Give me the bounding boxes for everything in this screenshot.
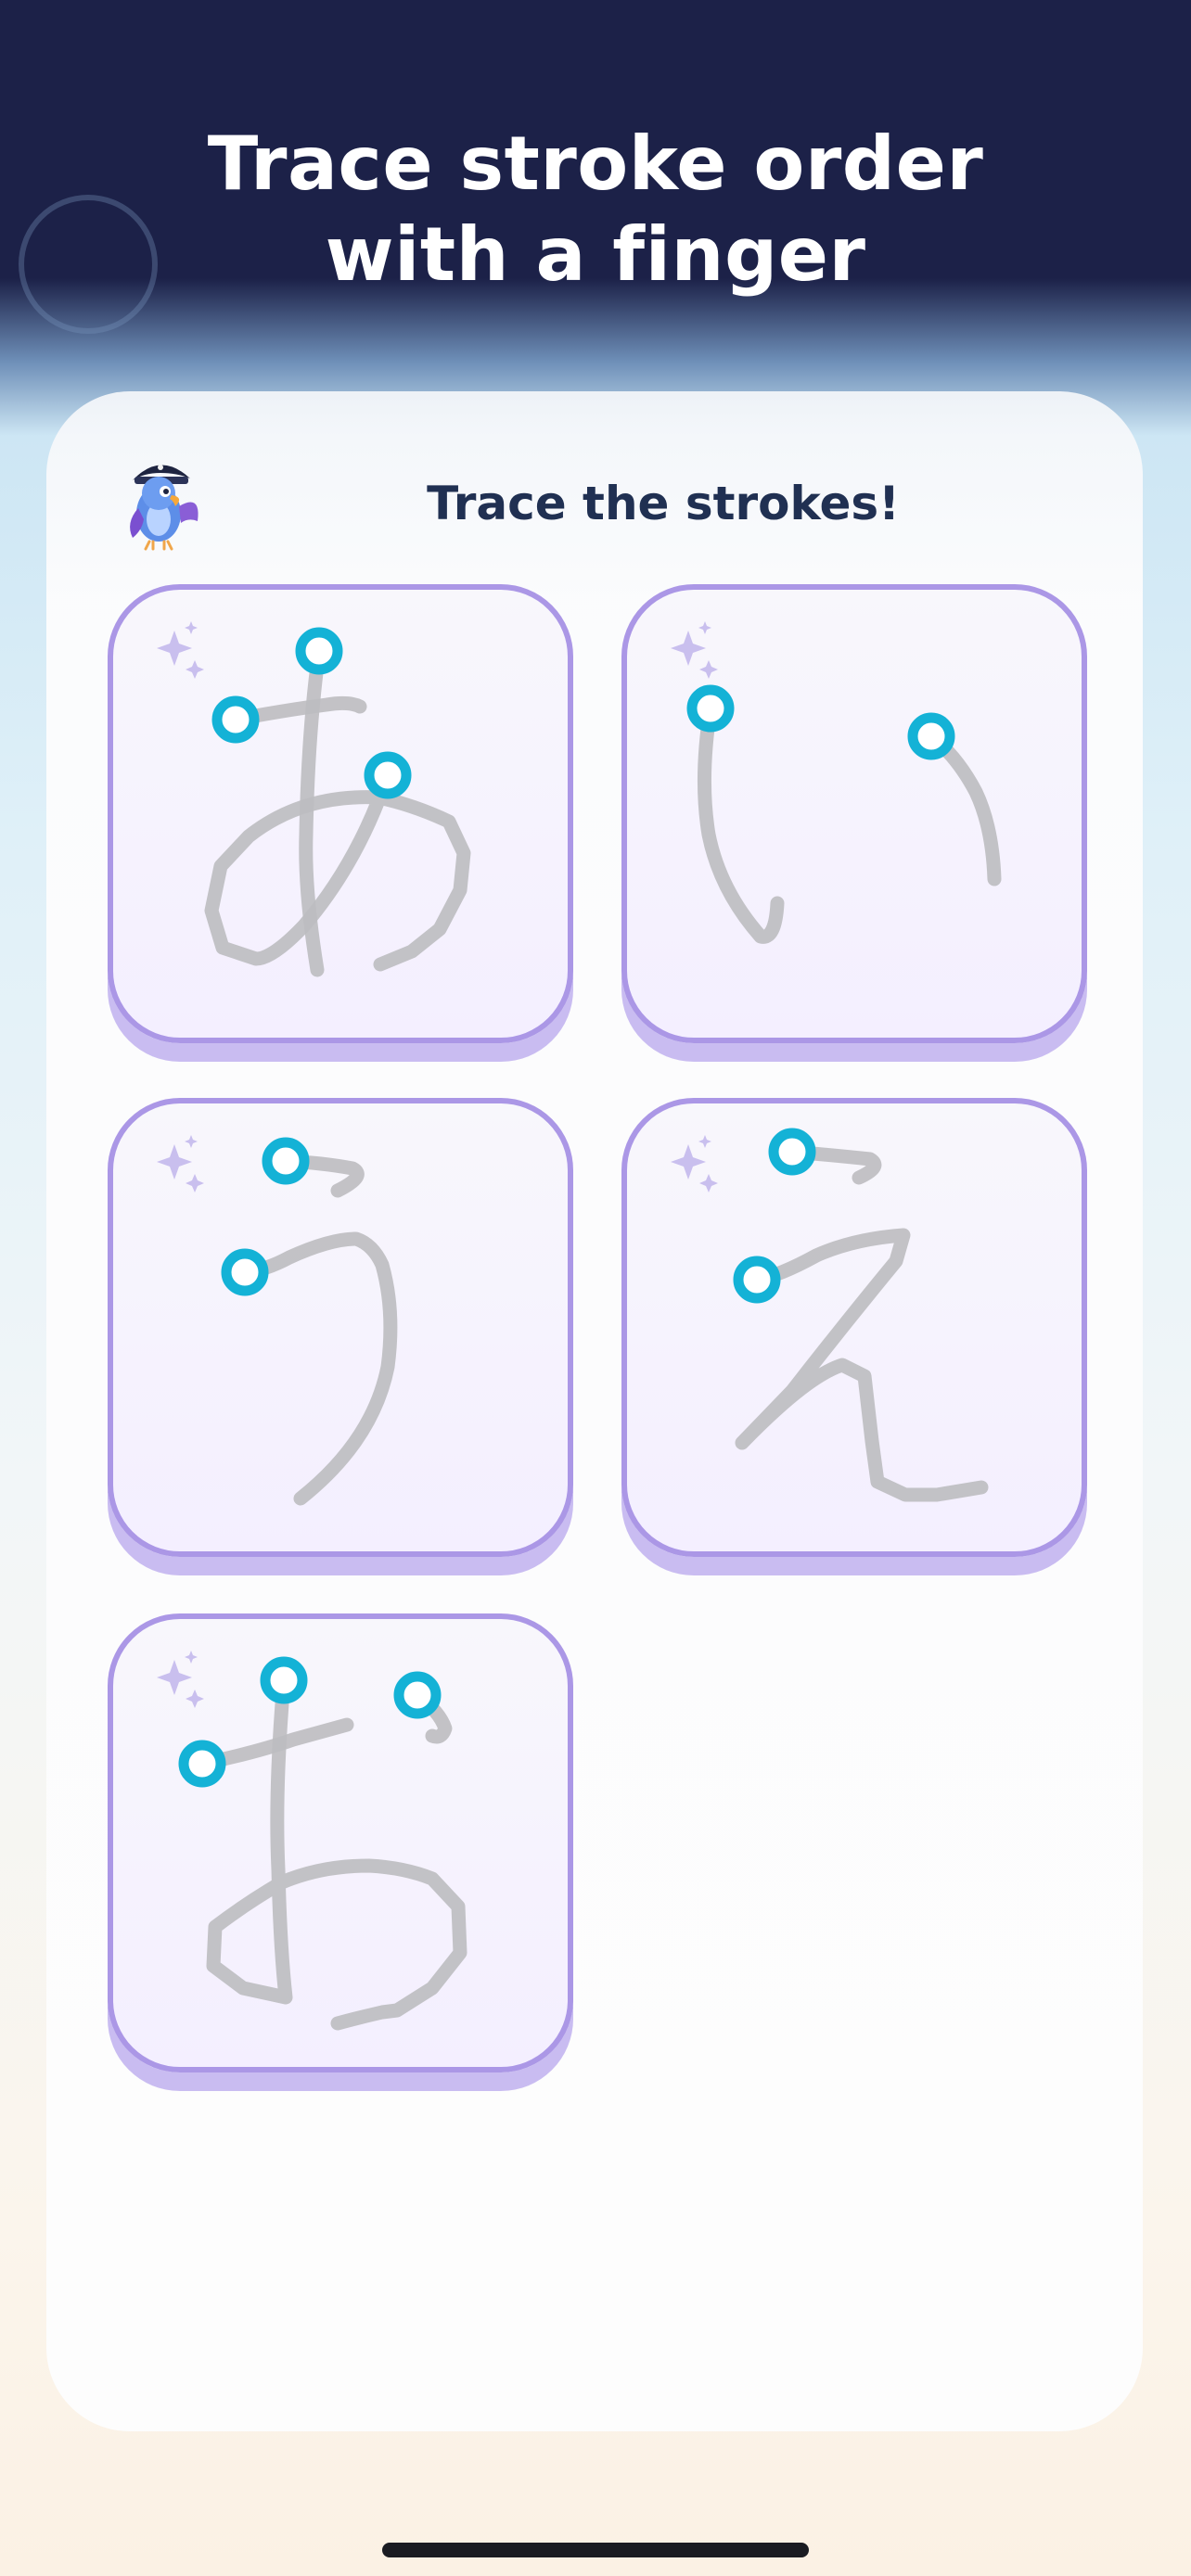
trace-card-a[interactable] (108, 584, 573, 1043)
stroke-guide-i (671, 621, 1002, 944)
trace-card-i[interactable] (621, 584, 1087, 1043)
stroke-start-marker-2[interactable] (295, 627, 343, 675)
sparkle-icon (671, 621, 718, 679)
stroke-guide-e (671, 1128, 989, 1502)
trace-card-e[interactable] (621, 1098, 1087, 1557)
sparkle-icon (671, 1135, 718, 1192)
stroke-start-marker-1[interactable] (178, 1740, 226, 1788)
sparkle-icon (157, 1651, 204, 1708)
sparkle-icon (157, 621, 204, 679)
headline-line-2: with a finger (325, 211, 866, 298)
stroke-start-marker-2[interactable] (221, 1248, 269, 1296)
home-indicator[interactable] (382, 2543, 809, 2557)
trace-card-u[interactable] (108, 1098, 573, 1557)
stroke-start-marker-1[interactable] (686, 684, 735, 733)
stroke-start-marker-1[interactable] (262, 1137, 310, 1185)
parrot-mascot-icon (130, 465, 198, 551)
stroke-start-marker-2[interactable] (733, 1256, 781, 1304)
stroke-guide-o (157, 1651, 467, 2031)
stroke-start-marker-2[interactable] (260, 1656, 308, 1704)
stroke-start-marker-3[interactable] (364, 751, 412, 799)
stroke-guide-u (157, 1135, 398, 1506)
stroke-start-marker-1[interactable] (211, 695, 260, 744)
headline-line-1: Trace stroke order (207, 121, 984, 207)
panel-title: Trace the strokes! (427, 477, 900, 530)
stroke-start-marker-2[interactable] (907, 712, 955, 760)
stroke-start-marker-3[interactable] (393, 1671, 442, 1719)
stroke-guide-a (157, 621, 471, 977)
sparkle-icon (157, 1135, 204, 1192)
stroke-start-marker-1[interactable] (768, 1128, 816, 1176)
headline: Trace stroke order with a finger (0, 119, 1191, 300)
trace-card-o[interactable] (108, 1613, 573, 2072)
